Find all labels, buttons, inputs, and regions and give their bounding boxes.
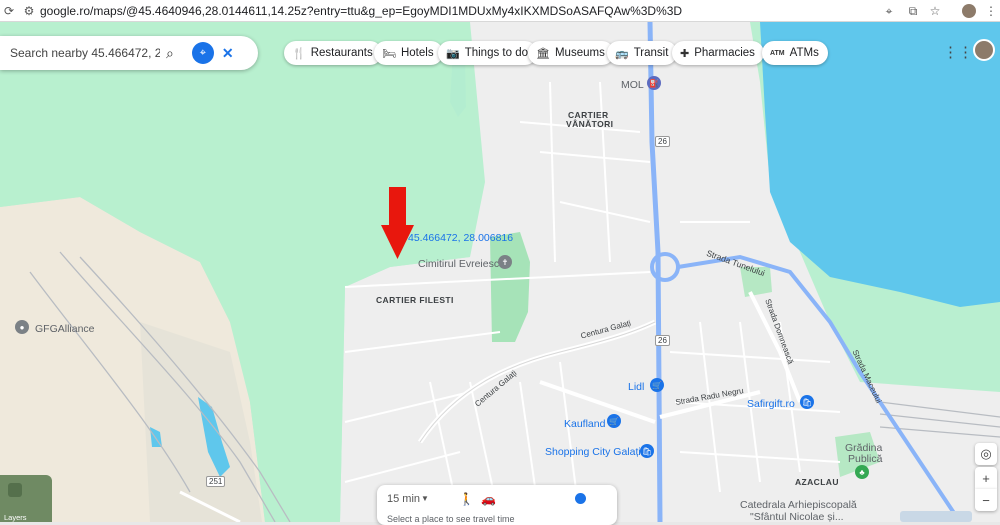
place-gfg-alliance[interactable]: GFGAlliance (35, 323, 95, 335)
close-icon[interactable]: ✕ (222, 45, 234, 62)
chip-label: ATMs (789, 47, 819, 59)
travel-mode-dot[interactable] (575, 493, 586, 504)
place-catedrala-1[interactable]: Catedrala Arhiepiscopală (740, 499, 857, 511)
chevron-down-icon[interactable]: ▼ (421, 494, 429, 503)
chip-museums[interactable]: 🏛 Museums (528, 41, 614, 65)
place-shopping-city[interactable]: Shopping City Galați (545, 446, 641, 458)
reload-icon[interactable]: ⟳ (2, 4, 16, 18)
car-icon[interactable]: 🚗 (481, 492, 496, 506)
chip-restaurants[interactable]: 🍴 Restaurants (284, 41, 382, 65)
bookmark-star-icon[interactable]: ☆ (928, 4, 942, 18)
chip-pharmacies[interactable]: ✚ Pharmacies (672, 41, 764, 65)
atm-icon: ATM (770, 49, 785, 57)
place-lidl[interactable]: Lidl (628, 381, 644, 393)
plus-icon: + (982, 470, 990, 486)
chip-things-to-do[interactable]: 📷 Things to do (438, 41, 537, 65)
walking-icon[interactable]: 🚶 (459, 492, 474, 506)
layers-label: Layers (4, 513, 27, 522)
camera-icon: 📷 (446, 47, 460, 60)
place-catedrala-2[interactable]: "Sfântul Nicolae și... (750, 511, 844, 522)
route-badge-251: 251 (206, 476, 226, 487)
shopping-bag-icon[interactable]: 🛍 (800, 395, 814, 409)
chip-label: Hotels (400, 47, 434, 59)
tree-icon[interactable]: ♣ (855, 465, 869, 479)
area-azaclau: AZACLAU (795, 477, 839, 487)
place-kaufland[interactable]: Kaufland (564, 418, 605, 430)
my-location-icon: ◎ (980, 446, 992, 461)
install-app-icon[interactable]: ⧉ (906, 4, 920, 18)
fork-knife-icon: 🍴 (292, 47, 306, 60)
browser-address-bar[interactable]: ⟳ ⚙ google.ro/maps/@45.4640946,28.014461… (0, 0, 1000, 22)
gas-station-icon[interactable]: ⛽ (647, 76, 661, 90)
place-pin-icon[interactable]: ● (15, 320, 29, 334)
area-cartier-vanatori-2: VÂNĂTORI (566, 119, 614, 129)
directions-pin-icon[interactable]: ⌖ (191, 42, 214, 64)
chip-label: Transit (633, 47, 669, 59)
site-info-icon[interactable]: ⚙ (22, 4, 36, 18)
place-safirgift[interactable]: Safirgift.ro (747, 398, 795, 410)
chip-transit[interactable]: 🚌 Transit (607, 41, 678, 65)
zoom-in-button[interactable]: + (975, 467, 997, 489)
profile-avatar[interactable] (962, 4, 976, 18)
search-box[interactable]: ⌕ ⌖ ✕ (0, 36, 258, 70)
address-url[interactable]: google.ro/maps/@45.4640946,28.0144611,14… (40, 4, 682, 18)
shopping-cart-icon-2[interactable]: 🛒 (607, 414, 621, 428)
place-cimitirul-evreiesc[interactable]: Cimitirul Evreiesc (418, 258, 499, 270)
travel-time-dropdown[interactable]: 15 min (387, 493, 420, 505)
pharmacy-icon: ✚ (680, 47, 690, 60)
chip-hotels[interactable]: 🛏 Hotels (374, 41, 443, 65)
account-avatar[interactable] (973, 39, 995, 61)
minus-icon: − (982, 492, 990, 508)
chip-label: Museums (554, 47, 605, 59)
shopping-cart-icon[interactable]: 🛒 (650, 378, 664, 392)
map-canvas[interactable]: 45.466472, 28.006816 ⛽ MOL CARTIER VÂNĂT… (0, 22, 1000, 522)
red-arrow-marker (381, 187, 414, 259)
apps-grid-icon[interactable]: ⋮⋮ (943, 43, 973, 61)
bus-icon: 🚌 (615, 47, 629, 60)
place-mol[interactable]: MOL (621, 79, 644, 91)
area-cartier-filesti: CARTIER FILESTI (376, 295, 454, 305)
museum-icon: 🏛 (536, 47, 550, 60)
bed-icon: 🛏 (382, 47, 396, 60)
cemetery-icon[interactable]: ✝ (498, 255, 512, 269)
route-badge-26b: 26 (655, 335, 670, 346)
shopping-bag-icon-2[interactable]: 🛍 (640, 444, 654, 458)
imagery-strip[interactable] (900, 511, 972, 522)
place-gradina-2[interactable]: Publică (848, 453, 882, 465)
chip-label: Restaurants (310, 47, 373, 59)
travel-time-card[interactable]: 15 min ▼ 🚶 🚗 Select a place to see trave… (377, 485, 617, 525)
travel-hint: Select a place to see travel time (387, 514, 515, 524)
chip-label: Things to do (464, 47, 528, 59)
chip-label: Pharmacies (694, 47, 755, 59)
my-location-button[interactable]: ◎ (975, 443, 997, 465)
browser-menu-icon[interactable]: ⋮ (984, 4, 998, 18)
dropped-pin-coords[interactable]: 45.466472, 28.006816 (408, 232, 513, 244)
search-icon[interactable]: ⌕ (166, 45, 174, 62)
route-badge-26a: 26 (655, 136, 670, 147)
location-icon[interactable]: ⌖ (882, 4, 896, 18)
chip-atms[interactable]: ATM ATMs (762, 41, 828, 65)
search-input[interactable] (10, 46, 160, 60)
layers-button[interactable]: Layers (0, 475, 52, 522)
zoom-out-button[interactable]: − (975, 489, 997, 511)
